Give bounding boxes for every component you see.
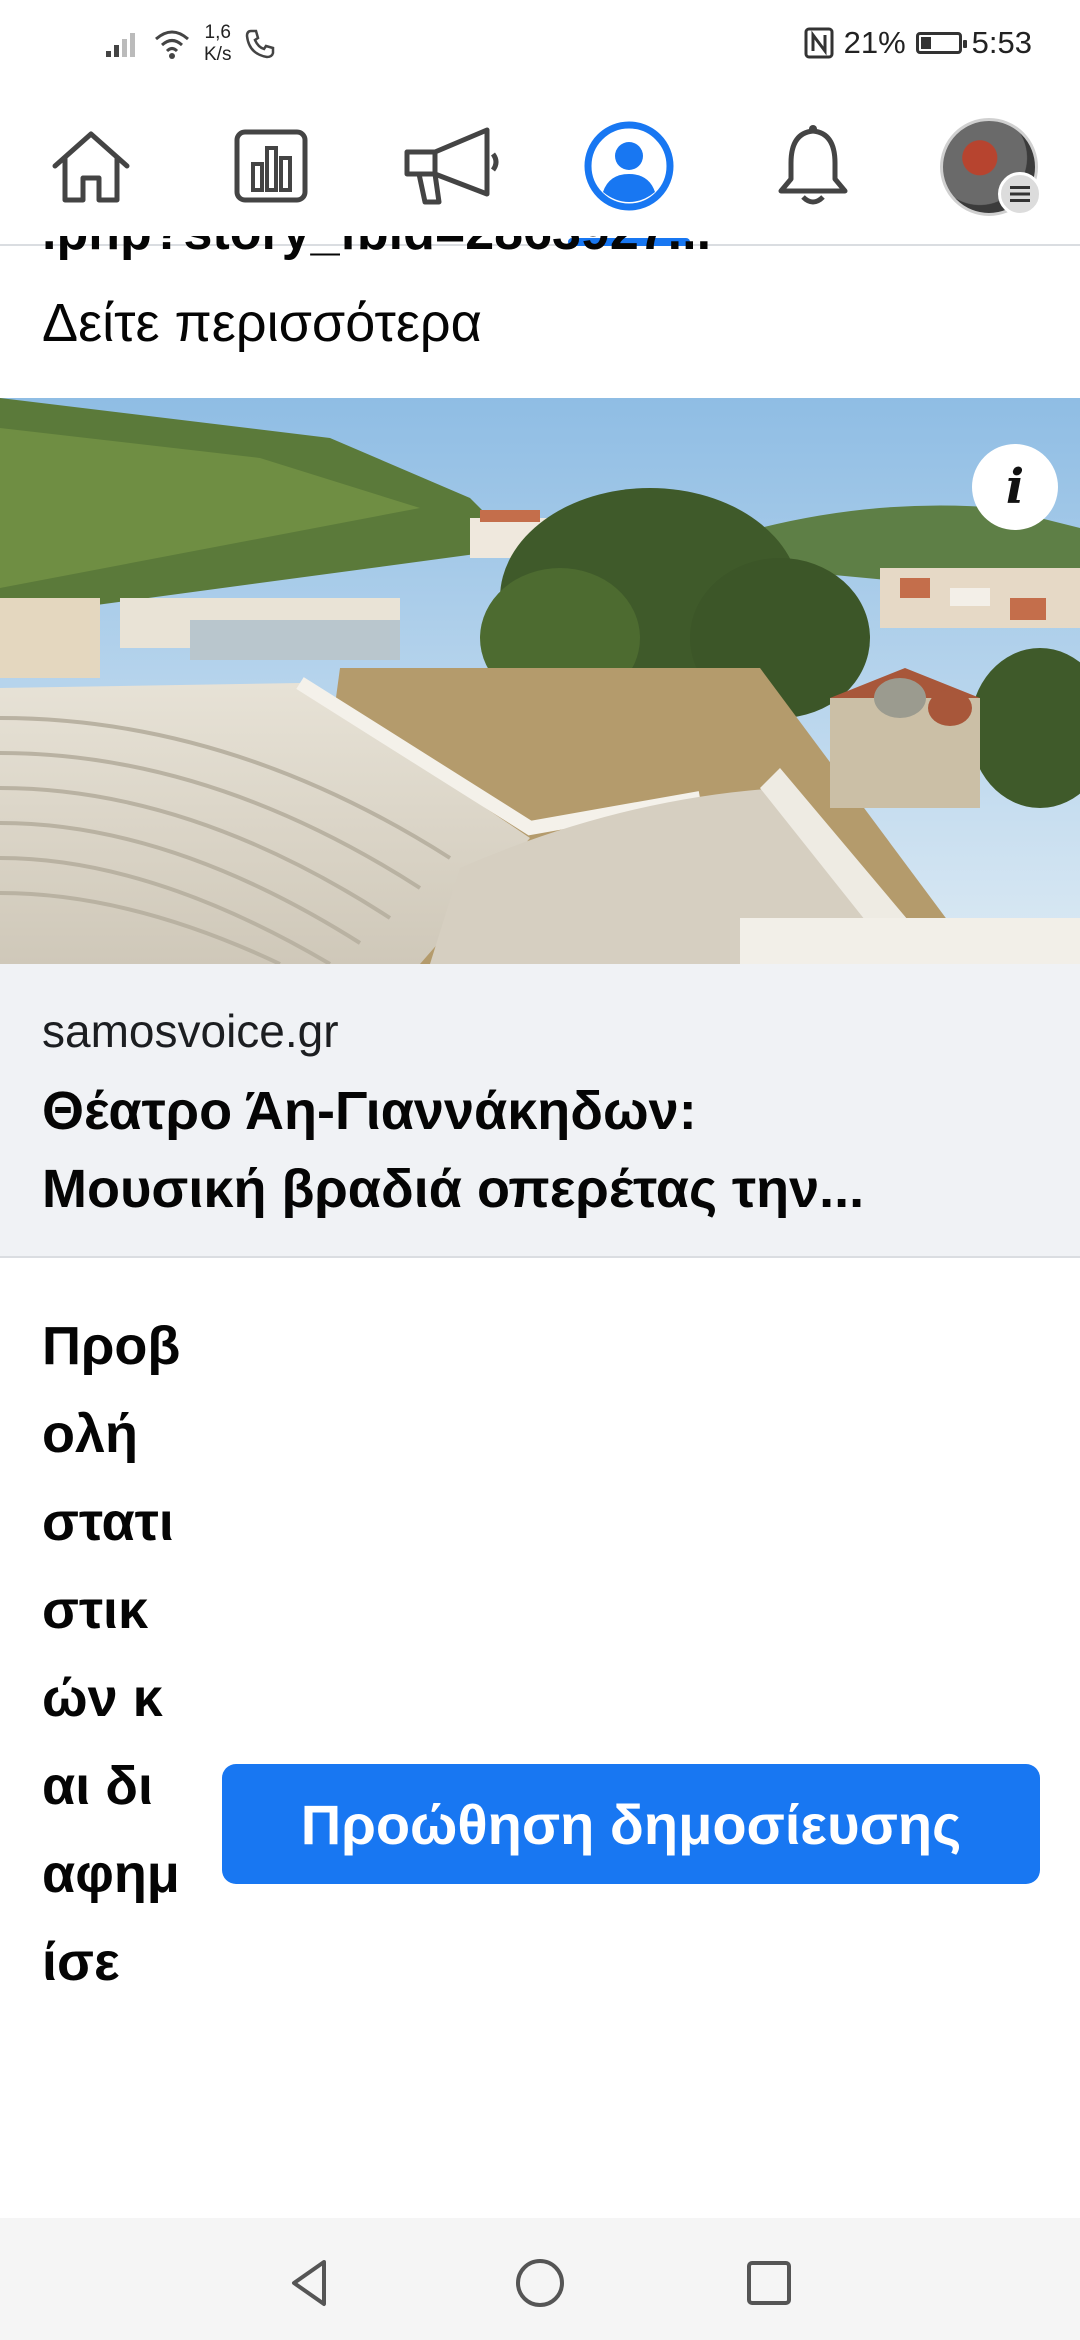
link-title: Θέατρο Άη-Γιαννάκηδων: Μουσική βραδιά οπ… [42, 1072, 1022, 1228]
post-link-text[interactable]: .php?story_fbid=2863927... [42, 236, 1042, 274]
chart-icon [234, 129, 308, 203]
wifi-icon [155, 30, 189, 59]
speed-value: 1,6 [204, 22, 231, 43]
nfc-icon [804, 27, 834, 59]
battery-percent: 21% [843, 25, 906, 60]
link-preview[interactable]: samosvoice.gr Θέατρο Άη-Γιαννάκηδων: Μου… [0, 964, 1080, 1258]
link-title-line-2: Μουσική βραδιά οπερέτας την... [42, 1159, 865, 1219]
clock: 5:53 [971, 25, 1032, 60]
megaphone-icon [404, 127, 499, 205]
recents-icon [747, 2261, 791, 2305]
home-circle-icon [516, 2259, 564, 2307]
home-button[interactable] [505, 2248, 575, 2318]
status-bar: 1,6 K/s 21% 5:53 [0, 0, 1080, 86]
back-icon [292, 2260, 326, 2306]
theatre-photo [0, 398, 1080, 964]
home-icon [52, 131, 130, 203]
menu-icon[interactable] [998, 172, 1042, 216]
link-title-line-1: Θέατρο Άη-Γιαννάκηδων: [42, 1081, 697, 1141]
back-button[interactable] [274, 2248, 344, 2318]
tab-notifications[interactable] [758, 116, 868, 216]
tab-insights[interactable] [216, 116, 326, 216]
post-link-text-clipped: .php?story_fbid=2863927... [42, 236, 711, 262]
view-insights-link[interactable]: Προβολή στατιστικών και διαφημίσε [42, 1302, 182, 2222]
info-icon[interactable]: i [972, 444, 1058, 530]
system-nav-bar [0, 2218, 1080, 2340]
profile-icon [584, 121, 674, 211]
status-left: 1,6 K/s [104, 14, 277, 74]
tab-ads[interactable] [396, 116, 506, 216]
link-preview-image[interactable]: i [0, 398, 1080, 964]
bell-icon [778, 125, 848, 205]
battery-icon [915, 32, 967, 54]
top-nav [0, 86, 1080, 246]
link-domain: samosvoice.gr [42, 1005, 339, 1057]
phone-icon [246, 29, 275, 59]
see-more-link[interactable]: Δείτε περισσότερα [42, 292, 482, 354]
promote-post-button[interactable]: Προώθηση δημοσίευσης [222, 1764, 1040, 1884]
speed-unit: K/s [204, 44, 232, 65]
recents-button[interactable] [734, 2248, 804, 2318]
tab-profile[interactable] [568, 116, 690, 246]
signal-icon [106, 33, 135, 57]
network-speed: 1,6 K/s [204, 22, 231, 66]
status-right: 21% 5:53 [804, 18, 1032, 68]
tab-home[interactable] [36, 116, 146, 216]
